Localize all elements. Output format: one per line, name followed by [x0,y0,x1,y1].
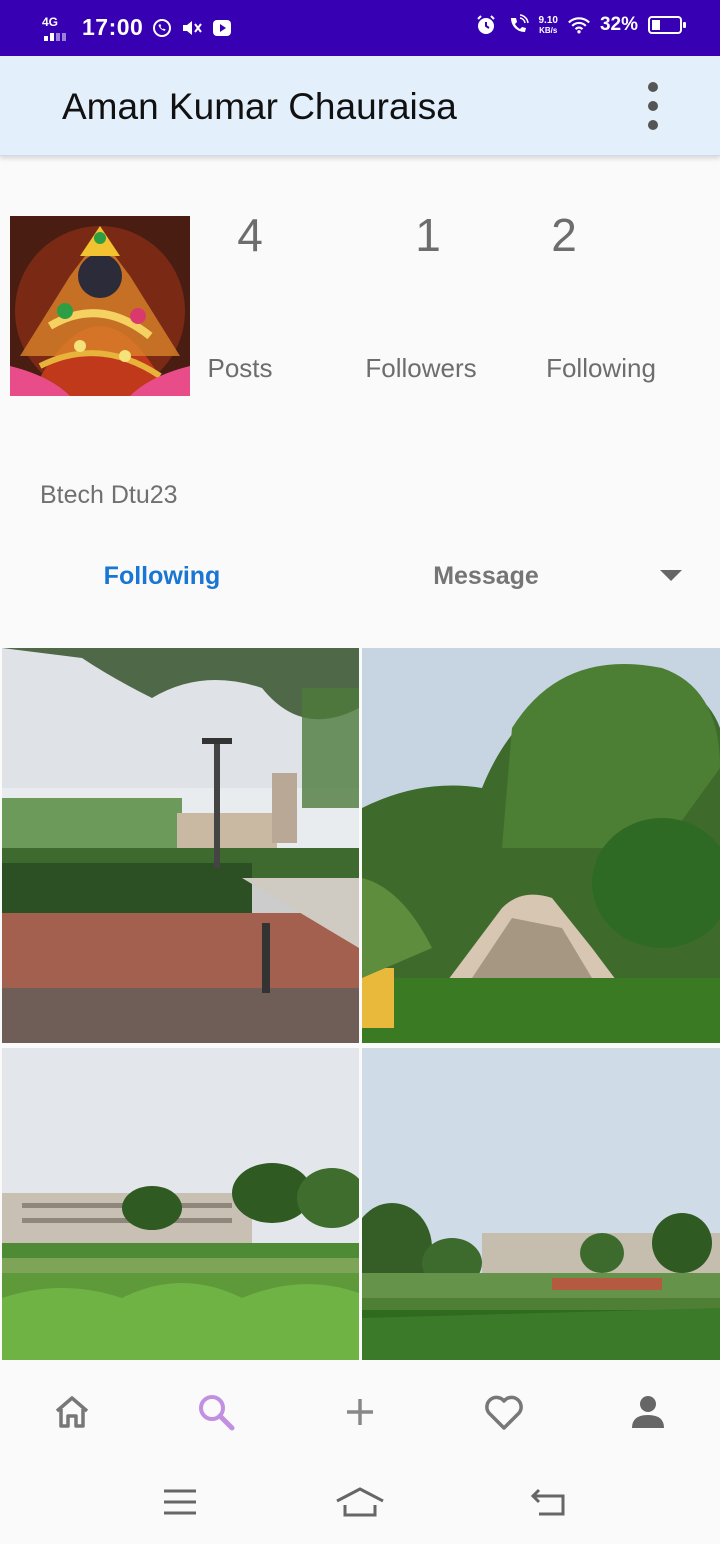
clock: 17:00 [82,14,144,40]
profile-username: Aman Kumar Chauraisa [62,86,457,127]
menu-icon[interactable] [155,1482,205,1522]
system-navigation [0,1464,720,1544]
campus-plaza-photo [2,648,359,1043]
mute-icon [181,17,203,39]
message-button[interactable]: Message [396,556,576,596]
status-left: 4G 17:00 [40,14,233,41]
post-item-2[interactable] [362,648,720,1043]
bottom-navigation [0,1360,720,1464]
bio-text: Btech Dtu23 [40,481,178,509]
followers-label[interactable]: Followers [331,353,511,384]
network-type: 4G [42,14,59,29]
campus-field-photo [362,1048,720,1360]
posts-label: Posts [207,353,273,383]
alarm-icon [475,14,497,36]
person-icon[interactable] [624,1388,672,1436]
wifi-calling-icon [507,14,529,36]
post-item-3[interactable] [2,1048,359,1360]
followers-count[interactable]: 1 [368,208,488,262]
home-outline-icon[interactable] [335,1482,385,1522]
following-button[interactable]: Following [72,556,252,596]
dropdown-arrow-icon[interactable] [660,570,682,581]
net-speed-unit: KB/s [539,25,558,35]
campus-lawn-photo [2,1048,359,1360]
network-indicator: 4G [40,15,74,41]
search-icon[interactable] [192,1388,240,1436]
net-speed-value: 9.10 [538,14,558,26]
post-item-1[interactable] [2,648,359,1043]
status-bar: 4G 17:00 9.10 KB/s 32% [0,0,720,56]
home-icon[interactable] [48,1388,96,1436]
youtube-icon [211,17,233,39]
whatsapp-icon [151,17,173,39]
back-icon[interactable] [524,1482,574,1522]
post-item-4[interactable] [362,1048,720,1360]
posts-count: 4 [237,209,263,261]
wifi-icon [568,14,590,36]
more-vert-icon[interactable] [638,82,668,130]
following-count[interactable]: 2 [504,208,624,262]
app-bar: Aman Kumar Chauraisa [0,56,720,156]
following-label[interactable]: Following [511,353,691,384]
heart-icon[interactable] [480,1388,528,1436]
signal-bars-icon [44,32,66,41]
battery-percent: 32% [599,14,638,35]
battery-icon [648,16,686,34]
net-speed: 9.10 KB/s [538,14,558,35]
garden-fountain-photo [362,648,720,1043]
status-right: 9.10 KB/s 32% [475,14,686,36]
add-icon[interactable] [336,1388,384,1436]
